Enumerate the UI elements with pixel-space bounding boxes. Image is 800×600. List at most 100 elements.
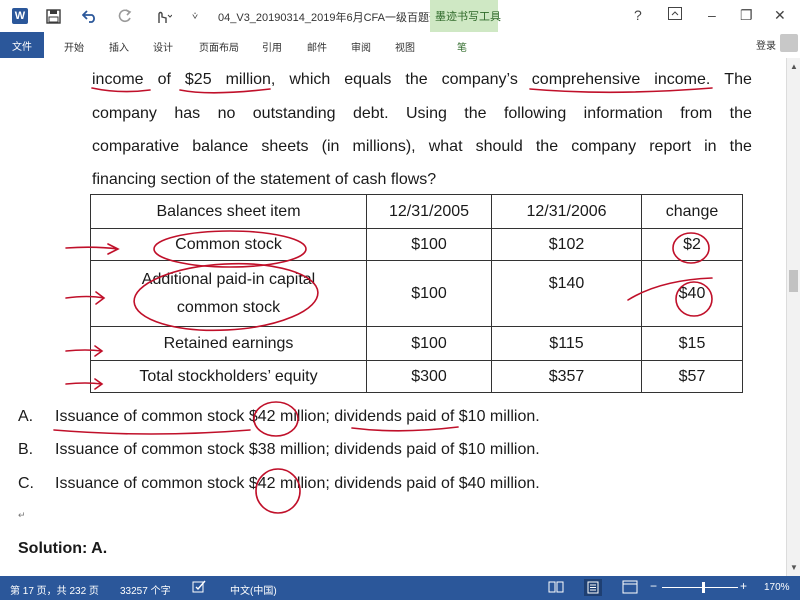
page-count[interactable]: 第 17 页，共 232 页 [10,582,99,597]
word: income. [654,71,711,88]
tab-page-layout[interactable]: 页面布局 [199,39,239,54]
print-layout-icon[interactable] [584,579,602,596]
table-cell: $100 [366,326,492,361]
paragraph-line-2: company has no outstanding debt. Using t… [92,105,752,123]
scroll-down-icon[interactable]: ▼ [790,563,798,572]
table-cell: $2 [641,228,743,261]
option-text: Issuance of common stock $42 million; di… [55,475,540,492]
table-header-cell: Balances sheet item [90,194,367,229]
document-canvas[interactable]: income of $25 million, which equals the … [0,58,786,576]
paragraph-line-4: financing section of the statement of ca… [92,171,437,188]
word: should [475,138,523,155]
table-cell: Additional paid-in capital common stock [90,260,367,327]
answer-option-c: C. Issuance of common stock $42 million; … [18,475,540,493]
table-cell: $102 [491,228,642,261]
word: the [729,138,752,155]
read-mode-icon[interactable] [548,580,564,597]
table-cell-line: common stock [176,298,281,316]
solution-text: Solution: A. [18,540,108,557]
table-cell: Total stockholders’ equity [90,360,367,393]
table-cell: $15 [641,326,743,361]
word-count[interactable]: 33257 个字 [120,582,171,597]
table-header-cell: 12/31/2006 [491,194,642,229]
word: equals [344,71,392,88]
redo-icon[interactable] [118,7,132,25]
table-cell: $100 [366,260,492,327]
ink-underline [179,88,271,94]
word: The [724,71,752,88]
word: the [405,71,428,88]
word: (in [321,138,340,155]
proofing-icon[interactable] [192,580,207,597]
ink-tools-label: 墨迹书写工具 [435,11,501,23]
zoom-slider-thumb[interactable] [702,582,705,593]
ink-underline [351,426,459,432]
avatar[interactable] [780,34,798,52]
zoom-out-icon[interactable]: − [650,579,657,593]
ribbon-display-options-icon[interactable] [668,7,682,23]
word: the [464,105,487,122]
zoom-slider-track[interactable] [662,587,738,588]
tab-design[interactable]: 设计 [153,39,173,54]
word: in [704,138,717,155]
tab-file[interactable]: 文件 [0,32,44,58]
balance-sheet-table: Balances sheet item 12/31/2005 12/31/200… [90,194,743,393]
scroll-up-icon[interactable]: ▲ [790,62,798,71]
tab-pen[interactable]: 笔 [457,39,467,54]
ink-underline [53,429,251,435]
word: no [217,105,236,122]
option-letter: A. [18,408,34,425]
touch-mode-icon[interactable] [154,7,172,25]
table-cell: Retained earnings [90,326,367,361]
word: following [503,105,567,122]
answer-option-b: B. Issuance of common stock $38 million; … [18,441,540,459]
table-row: Retained earnings $100 $115 $15 [90,326,743,361]
sign-in-link[interactable]: 登录 [756,37,776,52]
tab-references[interactable]: 引用 [262,39,282,54]
table-row: Additional paid-in capital common stock … [90,260,743,327]
word: Using [405,105,447,122]
minimize-button[interactable]: – [708,7,716,23]
word: million, [225,71,276,88]
word: sheets [261,138,309,155]
vertical-scrollbar[interactable]: ▲ ▼ [786,58,800,576]
word: what [428,138,463,155]
customize-quick-access-icon[interactable]: ⩒ [192,7,198,25]
table-cell: Common stock [90,228,367,261]
close-button[interactable]: ✕ [774,7,786,24]
help-button[interactable]: ? [634,7,642,23]
word: the [535,138,559,155]
word: millions), [352,138,416,155]
word: company [571,138,637,155]
word: comparative [92,138,180,155]
language-indicator[interactable]: 中文(中国) [230,582,277,597]
zoom-level[interactable]: 170% [764,582,790,593]
tab-home[interactable]: 开始 [64,39,84,54]
undo-icon[interactable] [82,7,98,25]
option-text: Issuance of common stock $38 million; di… [55,441,540,458]
scrollbar-thumb[interactable] [789,270,798,292]
tab-view[interactable]: 视图 [395,39,415,54]
word: debt. [352,105,389,122]
word: company’s [441,71,518,88]
word: information [583,105,663,122]
word: comprehensive [531,71,641,88]
tab-mailings[interactable]: 邮件 [307,39,327,54]
restore-button[interactable]: ❐ [740,7,753,24]
word: from [680,105,713,122]
zoom-in-icon[interactable]: + [740,579,747,593]
tab-insert[interactable]: 插入 [109,39,129,54]
tab-review[interactable]: 审阅 [351,39,371,54]
ribbon-tab-bar: 开始 插入 设计 页面布局 引用 邮件 审阅 视图 笔 [0,32,800,59]
save-icon[interactable] [46,7,61,25]
word-app-icon[interactable]: W [12,8,28,24]
table-header-row: Balances sheet item 12/31/2005 12/31/200… [90,194,743,229]
word: $25 [184,71,212,88]
web-layout-icon[interactable] [622,580,638,597]
option-letter: B. [18,441,34,458]
table-row: Common stock $100 $102 $2 [90,228,743,261]
word: company [92,105,157,122]
table-header-cell: change [641,194,743,229]
table-cell: $357 [491,360,642,393]
table-cell: $115 [491,326,642,361]
